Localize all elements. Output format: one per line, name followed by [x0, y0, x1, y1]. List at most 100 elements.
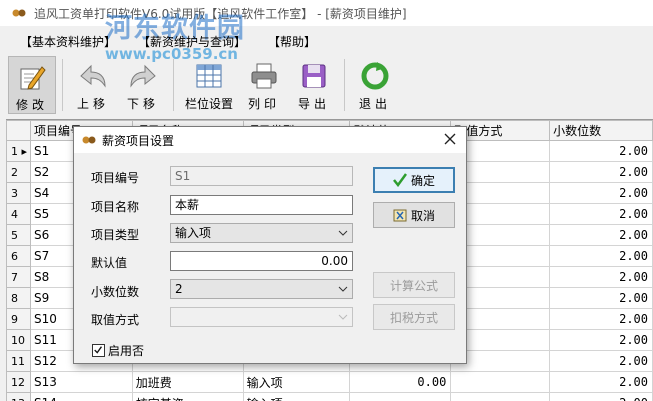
row-header[interactable]: 10	[6, 329, 31, 351]
row-header[interactable]: 1 ▸	[6, 140, 31, 162]
ok-label: 确定	[410, 173, 435, 188]
cell-digits[interactable]: 2.00	[549, 287, 653, 309]
row-header[interactable]: 6	[6, 245, 31, 267]
cell-type-text: 输入项	[247, 397, 283, 401]
column-settings-button[interactable]: 栏位设置	[180, 56, 238, 114]
cell-code-text: S4	[33, 186, 50, 200]
cell-code-text: S12	[33, 354, 57, 368]
print-icon	[251, 63, 277, 89]
row-header[interactable]: 3	[6, 182, 31, 204]
cell-digits[interactable]: 2.00	[549, 308, 653, 330]
menu-basic-data[interactable]: 【基本资料维护】	[20, 33, 116, 50]
enabled-checkbox-row[interactable]: 启用否	[92, 342, 144, 359]
cell-code-text: S7	[33, 249, 50, 263]
table-row[interactable]: 13 S14 核定基资 输入项 2.00	[6, 392, 653, 401]
cell-digits[interactable]: 2.00	[549, 140, 653, 162]
cell-default[interactable]	[349, 392, 452, 401]
cell-code-text: S1	[33, 144, 50, 158]
cell-name-text: 加班费	[135, 375, 172, 390]
cell-digits[interactable]: 2.00	[549, 329, 653, 351]
cell-digits[interactable]: 2.00	[549, 161, 653, 183]
item-name-field[interactable]: 本薪	[170, 195, 353, 215]
row-header[interactable]: 9	[6, 308, 31, 330]
row-header[interactable]: 13	[6, 392, 31, 401]
table-row[interactable]: 12 S13 加班费 输入项 0.00 2.00	[6, 371, 653, 393]
cancel-icon	[393, 209, 407, 222]
cell-digits-text: 2.00	[619, 186, 648, 200]
cell-digits-text: 2.00	[619, 165, 648, 179]
row-header[interactable]: 5	[6, 224, 31, 246]
window-titlebar: 追风工资单打印软件V6.0试用版【追风软件工作室】 - [薪资项目维护]	[0, 0, 653, 26]
cell-code-text: S2	[33, 165, 50, 179]
ok-button[interactable]: 确定	[373, 167, 455, 193]
cell-digits[interactable]: 2.00	[549, 371, 653, 393]
cell-digits[interactable]: 2.00	[549, 182, 653, 204]
decimal-digits-label: 小数位数	[91, 285, 140, 299]
item-type-select[interactable]: 输入项	[170, 223, 353, 243]
cancel-button[interactable]: 取消	[373, 202, 455, 228]
cell-digits[interactable]: 2.00	[549, 224, 653, 246]
row-header-text: 8	[11, 291, 18, 305]
row-header[interactable]: 8	[6, 287, 31, 309]
arrow-up-icon	[80, 64, 106, 88]
enabled-label: 启用否	[108, 344, 145, 358]
cell-code[interactable]: S13	[29, 371, 133, 393]
salary-item-dialog: 薪资项目设置 项目编号 S1 项目名称 本薪 项目类型 输入项 默认值 0.00…	[73, 126, 467, 364]
app-icon	[82, 136, 96, 144]
cell-digits[interactable]: 2.00	[549, 266, 653, 288]
close-icon[interactable]	[442, 131, 458, 147]
row-header-text: 6	[11, 249, 18, 263]
menu-salary[interactable]: 【薪资维护与查询】	[138, 33, 246, 50]
row-header-text: 1	[11, 144, 18, 158]
row-header-text: 10	[11, 333, 25, 347]
row-header-text: 12	[11, 375, 25, 389]
move-down-button[interactable]: 下移	[119, 56, 167, 114]
cell-type-text: 输入项	[246, 375, 283, 390]
row-header[interactable]: 11	[6, 350, 31, 372]
cell-digits-text: 2.00	[619, 207, 648, 221]
export-button[interactable]: 导出	[290, 56, 338, 114]
enabled-checkbox[interactable]	[92, 344, 105, 357]
current-row-indicator-icon: ▸	[18, 144, 28, 158]
cell-default[interactable]: 0.00	[349, 371, 452, 393]
exit-icon	[361, 62, 389, 90]
menu-bar: 【基本资料维护】 【薪资维护与查询】 【帮助】	[0, 30, 653, 52]
cell-type[interactable]: 输入项	[242, 392, 351, 401]
cell-digits-text: 2.00	[619, 396, 648, 401]
print-button[interactable]: 列印	[240, 56, 288, 114]
cell-type[interactable]: 输入项	[242, 371, 351, 393]
cell-name[interactable]: 核定基资	[131, 392, 244, 401]
decimal-digits-select[interactable]: 2	[170, 279, 353, 299]
move-up-button[interactable]: 上移	[69, 56, 117, 114]
item-type-value: 输入项	[175, 226, 212, 240]
row-header-text: 7	[11, 270, 18, 284]
exit-label: 退出	[358, 97, 391, 111]
cell-digits[interactable]: 2.00	[549, 245, 653, 267]
cell-digits[interactable]: 2.00	[549, 203, 653, 225]
row-header[interactable]: 4	[6, 203, 31, 225]
row-header[interactable]: 2	[6, 161, 31, 183]
export-label: 导出	[297, 97, 330, 111]
tax-method-label: 扣税方式	[389, 310, 438, 325]
toolbar: 修改 上移 下移 栏位设置 列印 导出 退出	[0, 56, 653, 116]
cell-source[interactable]	[450, 392, 551, 401]
exit-button[interactable]: 退出	[351, 56, 399, 114]
cell-name[interactable]: 加班费	[131, 371, 244, 393]
cell-code-text: S11	[33, 333, 57, 347]
tax-method-button: 扣税方式	[373, 304, 455, 330]
item-type-label: 项目类型	[91, 228, 140, 242]
cell-digits[interactable]: 2.00	[549, 392, 653, 401]
default-value-field[interactable]: 0.00	[170, 251, 353, 271]
row-header[interactable]: 7	[6, 266, 31, 288]
edit-button[interactable]: 修改	[8, 56, 56, 114]
column-header[interactable]: 小数位数	[549, 120, 653, 141]
cell-digits[interactable]: 2.00	[549, 350, 653, 372]
row-header-text: 4	[11, 207, 18, 221]
row-header[interactable]: 12	[6, 371, 31, 393]
cell-code-text: S10	[33, 312, 57, 326]
menu-help[interactable]: 【帮助】	[268, 33, 316, 50]
item-code-label: 项目编号	[91, 171, 140, 185]
checkmark-icon	[94, 346, 103, 354]
cell-source[interactable]	[450, 371, 551, 393]
cell-code[interactable]: S14	[29, 392, 133, 401]
